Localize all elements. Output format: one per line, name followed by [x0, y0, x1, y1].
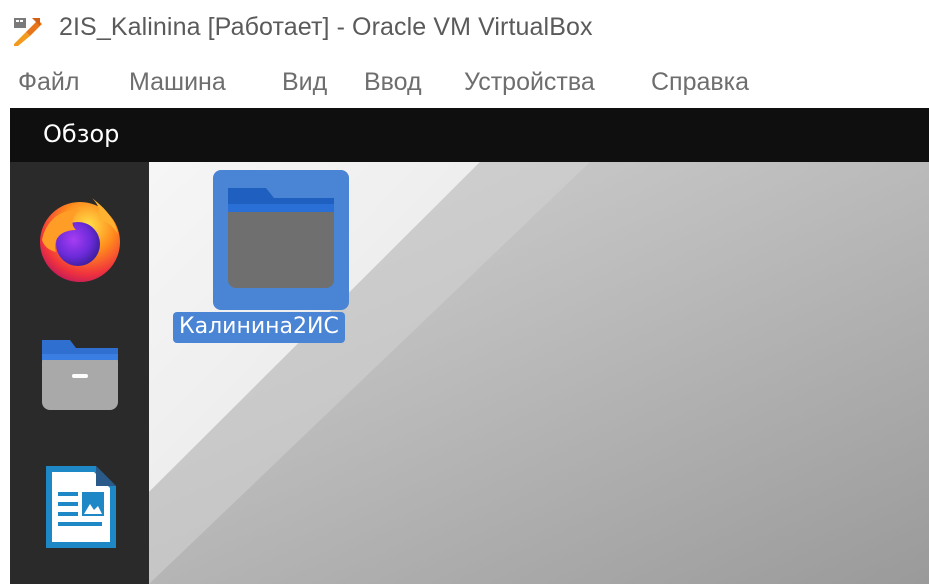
dock-item-files[interactable] — [32, 322, 128, 418]
guest-top-bar: Обзор — [10, 108, 929, 162]
folder-icon — [228, 188, 334, 288]
menu-input[interactable]: Ввод — [364, 68, 422, 97]
menu-devices[interactable]: Устройства — [464, 68, 595, 97]
libreoffice-impress-icon — [46, 466, 116, 548]
dock — [10, 162, 149, 584]
menu-machine[interactable]: Машина — [129, 68, 226, 97]
menu-view[interactable]: Вид — [282, 68, 327, 97]
desktop-folder-item[interactable]: Калинина2ИС — [173, 170, 393, 360]
menubar: Файл Машина Вид Ввод Устройства Справка — [0, 56, 929, 108]
virtualbox-icon — [12, 16, 42, 46]
dock-item-firefox[interactable] — [32, 190, 128, 286]
firefox-icon — [40, 198, 120, 282]
window-title: 2IS_Kalinina [Работает] - Oracle VM Virt… — [59, 13, 593, 41]
dock-item-impress[interactable] — [32, 458, 128, 554]
guest-screen[interactable]: Обзор Калинина2ИС — [10, 108, 929, 584]
virtualbox-window: 2IS_Kalinina [Работает] - Oracle VM Virt… — [0, 0, 929, 584]
activities-button[interactable]: Обзор — [43, 120, 119, 148]
menu-help[interactable]: Справка — [651, 68, 749, 97]
desktop-folder-label: Калинина2ИС — [173, 312, 345, 343]
window-titlebar: 2IS_Kalinina [Работает] - Oracle VM Virt… — [0, 0, 929, 56]
menu-file[interactable]: Файл — [18, 68, 79, 97]
files-folder-icon — [42, 340, 118, 410]
guest-desktop[interactable]: Калинина2ИС — [10, 162, 929, 584]
